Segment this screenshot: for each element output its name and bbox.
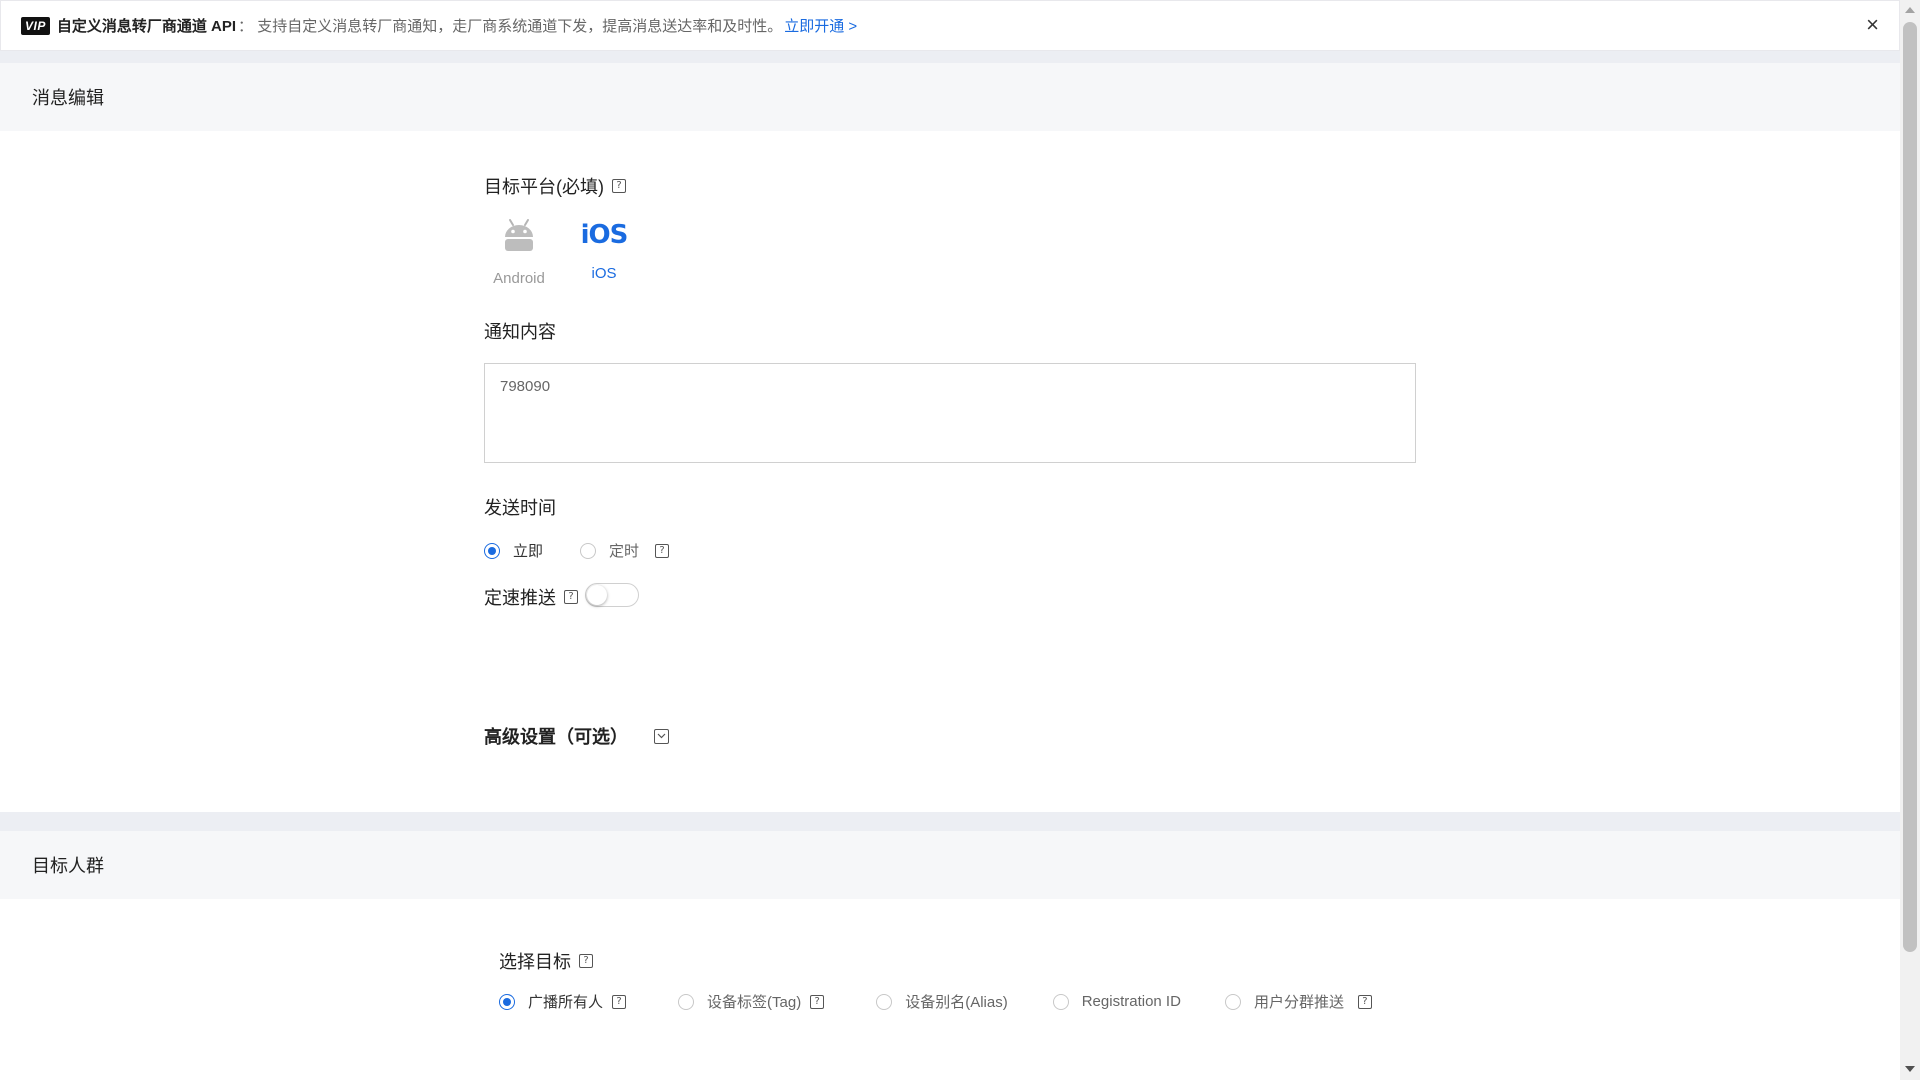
- help-icon[interactable]: ?: [810, 994, 825, 1009]
- radio-button-checked[interactable]: [484, 542, 500, 559]
- help-icon[interactable]: ?: [612, 994, 627, 1009]
- radio-label: 立即: [513, 543, 544, 560]
- radio-label: 设备标签(Tag): [707, 994, 802, 1011]
- vip-banner: VIP 自定义消息转厂商通道 API ： 支持自定义消息转厂商通知，走厂商系统通…: [0, 0, 1900, 51]
- content-label: 通知内容: [484, 322, 556, 342]
- toggle-knob: [587, 585, 607, 605]
- target-options: 广播所有人 ? 设备标签(Tag) ? 设备别名(Alias) Registra…: [499, 991, 1372, 1012]
- target-option-alias[interactable]: 设备别名(Alias): [876, 991, 1008, 1012]
- advanced-settings[interactable]: 高级设置（可选）: [484, 723, 669, 749]
- radio-label: 广播所有人: [528, 994, 604, 1011]
- rate-push-field: 定速推送 ?: [484, 584, 578, 610]
- target-option-registration-id[interactable]: Registration ID: [1052, 993, 1181, 1010]
- radio-label: Registration ID: [1081, 993, 1181, 1010]
- help-icon[interactable]: ?: [579, 954, 593, 968]
- platform-label: 目标平台(必填): [484, 177, 604, 197]
- platform-option-label: Android: [493, 270, 545, 287]
- help-icon[interactable]: ?: [564, 590, 578, 604]
- vip-badge: VIP: [21, 16, 50, 35]
- radio-button[interactable]: [1224, 993, 1241, 1010]
- rate-push-toggle[interactable]: [585, 583, 639, 607]
- target-option-tag[interactable]: 设备标签(Tag) ?: [678, 991, 825, 1012]
- radio-button-checked[interactable]: [499, 993, 515, 1010]
- send-time-option-scheduled[interactable]: 定时 ?: [580, 540, 670, 561]
- platform-option-label: iOS: [591, 265, 617, 282]
- target-option-segment[interactable]: 用户分群推送 ?: [1224, 991, 1372, 1012]
- vertical-scrollbar[interactable]: [1900, 0, 1920, 1080]
- target-field: 选择目标 ?: [499, 948, 593, 974]
- section-divider: [0, 51, 1900, 63]
- send-time-option-now[interactable]: 立即: [484, 540, 543, 561]
- activate-link[interactable]: 立即开通 >: [784, 15, 857, 36]
- chevron-down-icon[interactable]: [654, 728, 669, 744]
- radio-button[interactable]: [1052, 993, 1069, 1010]
- send-time-field: 发送时间: [484, 494, 556, 520]
- platform-option-ios[interactable]: iOS iOS: [564, 215, 644, 282]
- chevron-glyph: [657, 733, 666, 739]
- platform-option-android[interactable]: Android: [479, 215, 559, 287]
- radio-label: 设备别名(Alias): [905, 994, 1008, 1011]
- ios-icon: iOS: [580, 220, 629, 250]
- radio-button[interactable]: [580, 542, 597, 559]
- advanced-settings-label: 高级设置（可选）: [484, 727, 628, 747]
- send-time-label: 发送时间: [484, 498, 556, 518]
- platform-field: 目标平台(必填) ?: [484, 173, 626, 199]
- banner-description: ： 支持自定义消息转厂商通知，走厂商系统通道下发，提高消息送达率和及时性。: [238, 18, 783, 35]
- help-icon[interactable]: ?: [655, 543, 670, 558]
- help-icon[interactable]: ?: [612, 179, 626, 193]
- banner-title: 自定义消息转厂商通道 API: [56, 18, 237, 35]
- notification-content-input[interactable]: [484, 363, 1416, 463]
- scrollbar-thumb[interactable]: [1903, 22, 1917, 952]
- page: VIP 自定义消息转厂商通道 API ： 支持自定义消息转厂商通知，走厂商系统通…: [0, 0, 1900, 1080]
- scroll-down-arrow-icon[interactable]: [1905, 1066, 1915, 1072]
- send-time-options: 立即 定时 ?: [484, 540, 670, 561]
- target-option-broadcast[interactable]: 广播所有人 ?: [499, 991, 627, 1012]
- section-header-message-edit: 消息编辑: [0, 63, 1900, 131]
- section-header-target-audience: 目标人群: [0, 831, 1900, 899]
- scroll-up-arrow-icon[interactable]: [1905, 7, 1915, 13]
- target-label: 选择目标: [499, 952, 571, 972]
- radio-button[interactable]: [876, 993, 893, 1010]
- radio-label: 定时: [609, 543, 640, 560]
- close-icon[interactable]: ×: [1866, 14, 1879, 36]
- help-icon[interactable]: ?: [1357, 994, 1372, 1009]
- radio-label: 用户分群推送: [1253, 994, 1344, 1011]
- radio-button[interactable]: [678, 993, 695, 1010]
- android-icon: [505, 219, 533, 251]
- rate-push-label: 定速推送: [484, 588, 556, 608]
- section-divider: [0, 812, 1900, 831]
- content-field: 通知内容: [484, 318, 556, 344]
